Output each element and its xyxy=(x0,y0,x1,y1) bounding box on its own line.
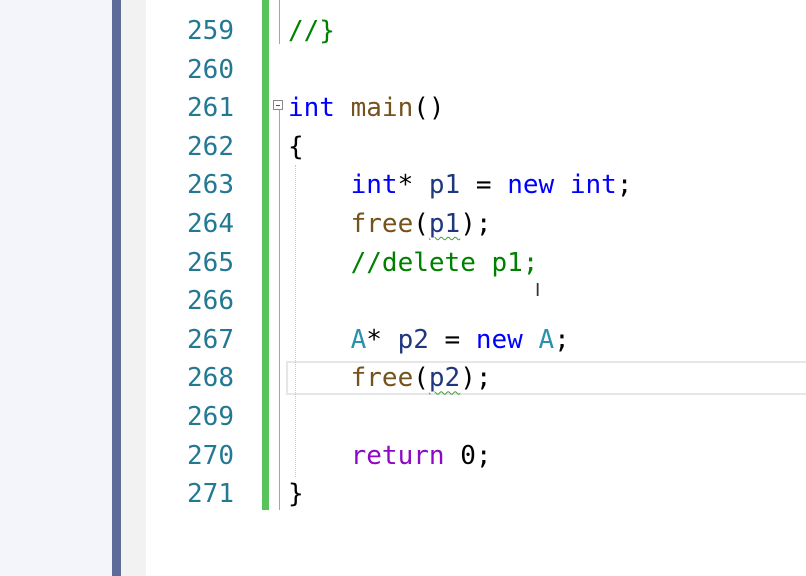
code-line[interactable]: 265 //delete p1; xyxy=(146,244,806,282)
line-number: 265 xyxy=(187,247,234,278)
code-line[interactable]: 266 xyxy=(146,282,806,320)
code-token: ( xyxy=(413,363,429,394)
line-number: 260 xyxy=(187,54,234,85)
code-token: p1 xyxy=(428,209,461,239)
code-text[interactable]: } xyxy=(288,475,304,513)
code-text[interactable]: //delete p1; xyxy=(288,244,539,282)
code-line[interactable]: 259 //} xyxy=(146,12,806,50)
line-number: 270 xyxy=(187,440,234,471)
code-token: ; xyxy=(554,324,570,355)
code-text[interactable]: free(p2); xyxy=(288,359,492,397)
code-token: int xyxy=(569,170,617,201)
code-line[interactable]: 260 xyxy=(146,51,806,89)
code-text[interactable]: A* p2 = new A; xyxy=(288,321,570,359)
line-number: 264 xyxy=(187,209,234,239)
line-number: 259 xyxy=(187,16,234,46)
outline-line-top xyxy=(279,0,280,44)
code-line[interactable]: 269 xyxy=(146,398,806,436)
outline-line-main xyxy=(279,110,280,510)
indent-guide xyxy=(295,165,296,477)
code-token: ( xyxy=(413,209,429,239)
code-text[interactable]: free(p1); xyxy=(288,205,492,243)
line-number: 269 xyxy=(187,402,234,432)
code-token: free xyxy=(350,209,414,239)
code-token: return xyxy=(350,440,445,471)
code-token: = xyxy=(460,170,508,201)
code-token: A xyxy=(350,324,367,355)
code-line[interactable]: 270 return 0; xyxy=(146,437,806,475)
code-token: = xyxy=(428,324,476,355)
code-line[interactable]: 261 int main() xyxy=(146,89,806,127)
code-line[interactable]: 271} xyxy=(146,475,806,513)
code-token: 0; xyxy=(444,440,492,471)
line-number: 261 xyxy=(187,93,234,124)
text-cursor-icon: I xyxy=(535,280,541,301)
code-text[interactable]: int* p1 = new int; xyxy=(288,166,633,204)
line-number: 263 xyxy=(187,170,234,201)
change-tracking-bar xyxy=(262,0,269,510)
code-text[interactable]: return 0; xyxy=(288,437,492,475)
line-number: 267 xyxy=(187,324,234,355)
code-token: free xyxy=(350,363,414,394)
code-token: * xyxy=(366,324,398,355)
code-token: () xyxy=(413,93,445,124)
code-token: new xyxy=(475,324,523,355)
pane-splitter[interactable] xyxy=(112,0,121,576)
code-token: * xyxy=(397,170,429,201)
code-token: p2 xyxy=(397,324,429,355)
code-token: ; xyxy=(616,170,633,201)
code-editor[interactable]: 259 //} 260 261 int main() 262 {263 int* p1 = … xyxy=(146,0,806,576)
glyph-margin xyxy=(121,0,146,576)
code-token: ); xyxy=(460,363,492,394)
left-pane xyxy=(0,0,112,576)
code-token: main xyxy=(350,93,414,124)
collapse-minus-icon[interactable] xyxy=(273,100,283,110)
line-number: 262 xyxy=(187,131,234,162)
code-token: { xyxy=(288,131,304,162)
code-token: } xyxy=(288,479,304,510)
code-token: int xyxy=(288,93,335,124)
code-line[interactable]: 262 { xyxy=(146,128,806,166)
code-token: A xyxy=(538,324,555,355)
code-token: p2 xyxy=(428,363,461,394)
code-token: int xyxy=(350,170,398,201)
code-line[interactable]: 264 free(p1); xyxy=(146,205,806,243)
code-text[interactable]: { xyxy=(288,128,304,166)
code-line[interactable]: 267 A* p2 = new A; xyxy=(146,321,806,359)
code-line[interactable]: 263 int* p1 = new int; xyxy=(146,166,806,204)
line-number: 266 xyxy=(187,286,234,317)
code-token: p1 xyxy=(428,170,461,201)
line-number: 268 xyxy=(187,363,234,394)
code-token: new xyxy=(507,170,555,201)
line-number: 271 xyxy=(187,479,234,510)
code-token: ); xyxy=(460,209,492,239)
code-token: //delete p1; xyxy=(350,247,539,278)
code-line[interactable]: 268 free(p2); xyxy=(146,359,806,397)
code-text[interactable]: int main() xyxy=(288,89,445,127)
code-text[interactable]: //} xyxy=(288,12,335,50)
code-token: //} xyxy=(288,16,335,46)
